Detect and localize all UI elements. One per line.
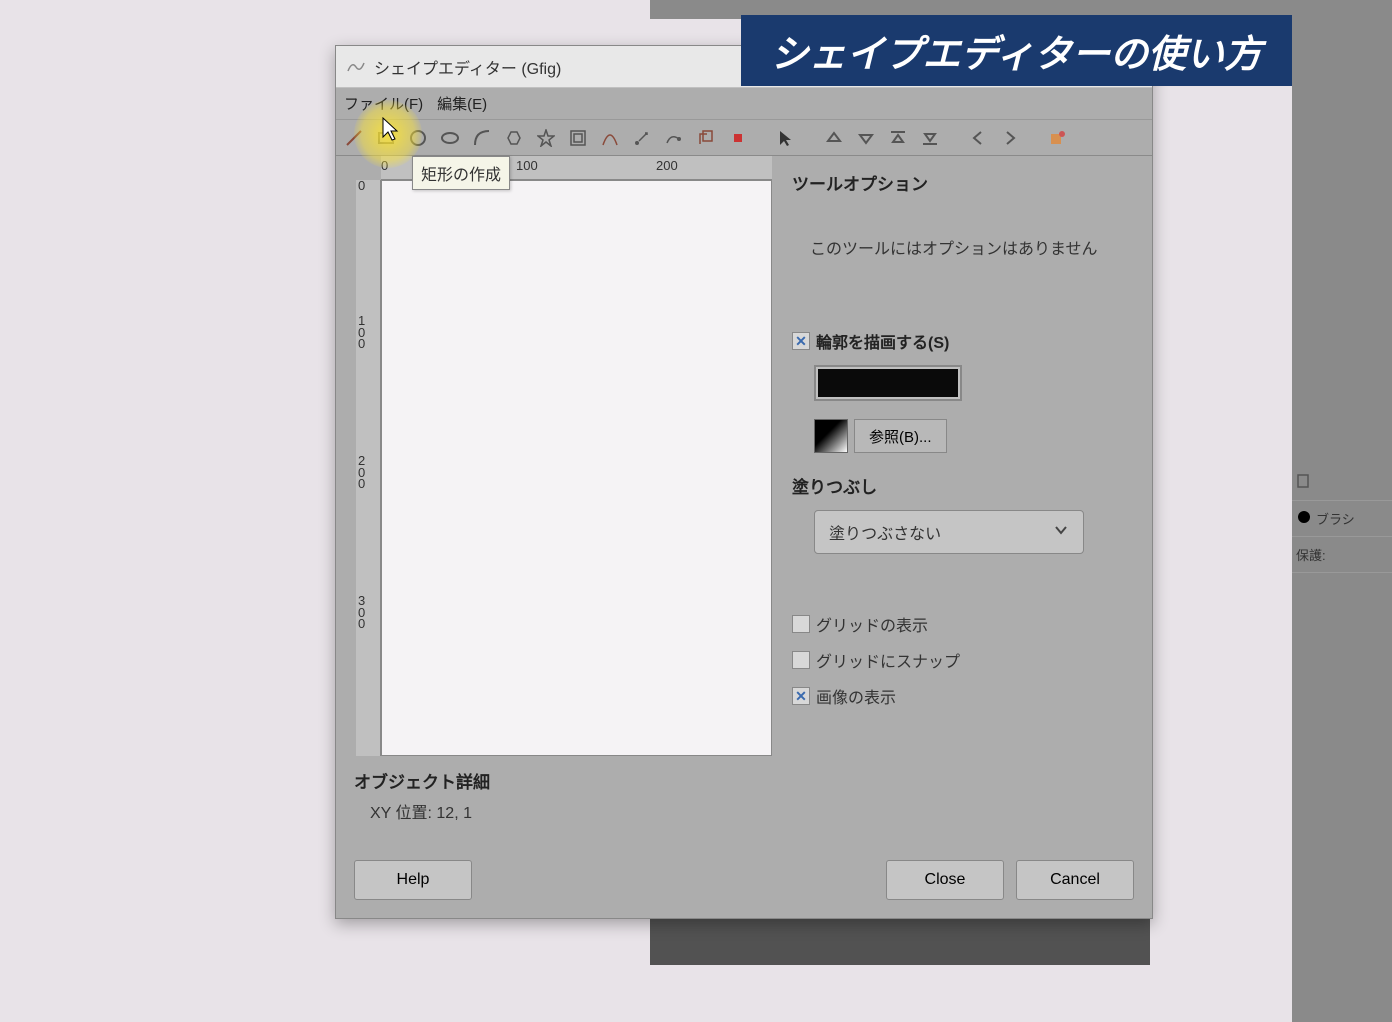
arc-tool-icon[interactable] (472, 128, 492, 148)
ruler-h-0: 0 (381, 158, 388, 173)
object-details: オブジェクト詳細 XY 位置: 12, 1 (336, 756, 1152, 823)
canvas-area: 0 100 200 0 100 200 300 (336, 156, 772, 756)
bg-panel-bottom (650, 915, 1150, 965)
app-icon (346, 57, 366, 77)
tool-options-panel: ツールオプション このツールにはオプションはありません ✕ 輪郭を描画する(S)… (772, 156, 1152, 756)
window-title: シェイプエディター (Gfig) (374, 55, 561, 79)
dialog-buttons: Help Close Cancel (354, 860, 1134, 900)
next-icon[interactable] (1000, 128, 1020, 148)
image-show-label: 画像の表示 (816, 684, 896, 708)
ruler-vertical: 0 100 200 300 (356, 180, 381, 756)
dock-row-new[interactable] (1292, 465, 1392, 501)
toolbar: 矩形の作成 (336, 120, 1152, 156)
rectangle-tool-icon[interactable] (376, 128, 396, 148)
raise-icon[interactable] (824, 128, 844, 148)
main-area: 0 100 200 0 100 200 300 ツールオプション このツールには… (336, 156, 1152, 756)
tutorial-banner: シェイプエディターの使い方 (741, 15, 1292, 86)
dock-row-brush[interactable]: ブラシ (1292, 501, 1392, 537)
delete-tool-icon[interactable] (728, 128, 748, 148)
fill-dropdown[interactable]: 塗りつぶさない (814, 510, 1084, 554)
move-object-tool-icon[interactable] (664, 128, 684, 148)
new-icon (1296, 473, 1312, 492)
chevron-down-icon (1053, 522, 1069, 543)
tooltip: 矩形の作成 (412, 156, 510, 190)
browse-row: 参照(B)... (814, 419, 1132, 453)
object-details-title: オブジェクト詳細 (354, 768, 1132, 793)
checkbox-checked-icon[interactable]: ✕ (792, 687, 810, 705)
gradient-swatch[interactable] (814, 419, 848, 453)
tool-options-title: ツールオプション (792, 170, 1132, 195)
move-point-tool-icon[interactable] (632, 128, 652, 148)
menu-file[interactable]: ファイル(F) (344, 93, 423, 114)
checkbox-checked-icon[interactable]: ✕ (792, 332, 810, 350)
image-show-row[interactable]: ✕ 画像の表示 (792, 684, 1132, 708)
browse-button[interactable]: 参照(B)... (854, 419, 947, 453)
xy-position-label: XY 位置: 12, 1 (370, 799, 1132, 823)
fill-dropdown-value: 塗りつぶさない (829, 520, 941, 544)
grid-show-label: グリッドの表示 (816, 612, 928, 636)
right-dock: ブラシ 保護: (1292, 0, 1392, 1022)
protect-label: 保護: (1296, 545, 1326, 564)
ruler-v-100: 100 (358, 315, 365, 350)
lower-bottom-icon[interactable] (920, 128, 940, 148)
ellipse-tool-icon[interactable] (440, 128, 460, 148)
gfig-dialog: シェイプエディター (Gfig) ファイル(F) 編集(E) 矩形の作成 (335, 45, 1153, 919)
checkbox-unchecked-icon[interactable] (792, 615, 810, 633)
close-button[interactable]: Close (886, 860, 1004, 900)
prev-icon[interactable] (968, 128, 988, 148)
grid-show-row[interactable]: グリッドの表示 (792, 612, 1132, 636)
no-options-text: このツールにはオプションはありません (810, 235, 1132, 259)
canvas[interactable] (381, 180, 772, 756)
polygon-tool-icon[interactable] (504, 128, 524, 148)
show-all-icon[interactable] (1048, 128, 1068, 148)
stroke-color-swatch[interactable] (814, 365, 962, 401)
checkbox-unchecked-icon[interactable] (792, 651, 810, 669)
ruler-v-0: 0 (358, 180, 365, 192)
ruler-h-100: 100 (516, 158, 538, 173)
menu-edit[interactable]: 編集(E) (437, 93, 487, 114)
brush-icon (1296, 509, 1312, 528)
line-tool-icon[interactable] (344, 128, 364, 148)
dock-row-protect: 保護: (1292, 537, 1392, 573)
menubar: ファイル(F) 編集(E) (336, 88, 1152, 120)
stroke-checkbox-row[interactable]: ✕ 輪郭を描画する(S) (792, 329, 1132, 353)
star-tool-icon[interactable] (536, 128, 556, 148)
spiral-tool-icon[interactable] (568, 128, 588, 148)
fill-title: 塗りつぶし (792, 473, 1132, 498)
ruler-v-300: 300 (358, 595, 365, 630)
ruler-v-200: 200 (358, 455, 365, 490)
brush-label: ブラシ (1316, 509, 1355, 528)
grid-snap-label: グリッドにスナップ (816, 648, 960, 672)
grid-snap-row[interactable]: グリッドにスナップ (792, 648, 1132, 672)
ruler-h-200: 200 (656, 158, 678, 173)
copy-tool-icon[interactable] (696, 128, 716, 148)
help-button[interactable]: Help (354, 860, 472, 900)
lower-icon[interactable] (856, 128, 876, 148)
bezier-tool-icon[interactable] (600, 128, 620, 148)
stroke-label: 輪郭を描画する(S) (816, 329, 949, 353)
select-tool-icon[interactable] (776, 128, 796, 148)
raise-top-icon[interactable] (888, 128, 908, 148)
circle-tool-icon[interactable] (408, 128, 428, 148)
cancel-button[interactable]: Cancel (1016, 860, 1134, 900)
